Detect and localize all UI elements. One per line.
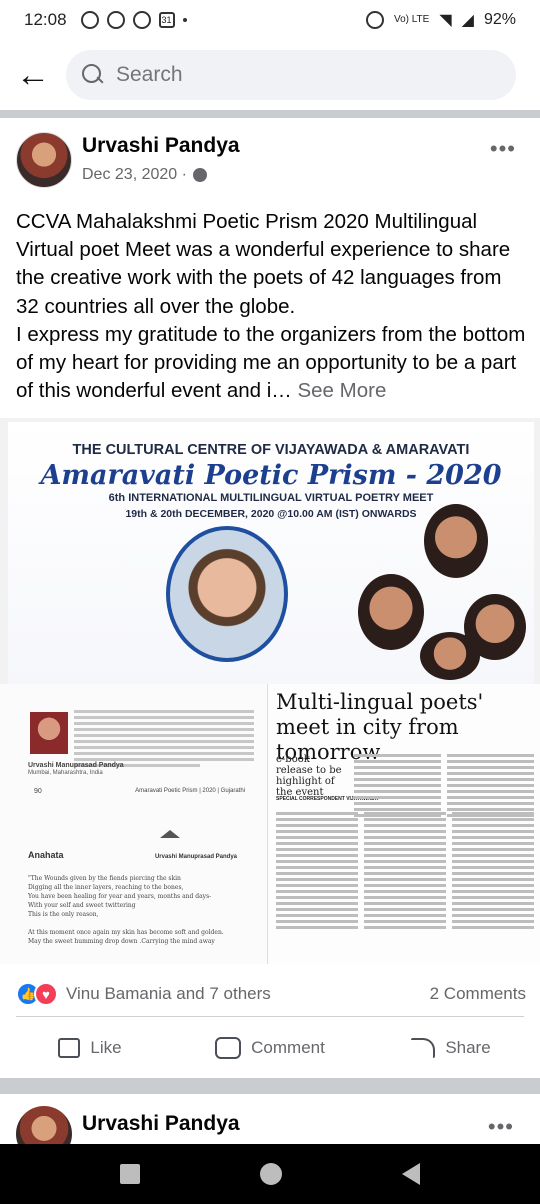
poet-portraits [358,504,528,680]
like-button[interactable]: Like [0,1038,180,1058]
next-post-author[interactable]: Urvashi Pandya [82,1112,240,1136]
more-options-icon[interactable]: ••• [490,136,516,162]
search-bar[interactable] [66,50,516,100]
network-label: Vo) LTE [393,14,430,25]
poet-face [420,632,480,680]
like-label: Like [90,1038,122,1057]
poem-line: "The Wounds given by the fiends piercing… [28,875,181,882]
back-icon[interactable] [402,1163,420,1185]
next-post-more-icon[interactable]: ••• [488,1114,514,1140]
reactions-bar[interactable]: 👍 ♥ Vinu Bamania and 7 others 2 Comments [16,976,526,1012]
recents-icon[interactable] [120,1164,140,1184]
signal-icon: ◢ [461,12,474,29]
triangle-ornament-icon [160,830,180,838]
battery-percent: 92% [483,11,516,28]
alarm-icon [365,11,384,29]
status-bar: 12:08 31 Vo) LTE ◥ ◢ 92% [0,0,540,40]
search-input[interactable] [116,63,496,87]
status-time: 12:08 [24,10,67,29]
system-nav-bar [0,1144,540,1204]
post-date[interactable]: Dec 23, 2020 · [82,166,187,184]
banner-event-title: Amaravati Poetic Prism - 2020 [40,460,502,491]
search-icon [82,64,104,86]
poem-line: May the sweet humming drop down .Carryin… [28,938,215,945]
event-banner: THE CULTURAL CENTRE OF VIJAYAWADA & AMAR… [8,422,534,684]
poem-author: Urvashi Manuprasad Pandya [154,854,237,860]
system-icons: Vo) LTE ◥ ◢ 92% [365,10,516,30]
comment-label: Comment [251,1038,325,1057]
news-columns [276,812,534,932]
section-divider [0,110,540,118]
home-icon[interactable] [260,1163,282,1185]
thumbs-up-icon [58,1038,81,1058]
post-text: CCVA Mahalakshmi Poetic Prism 2020 Multi… [16,208,526,405]
clip-author: Urvashi Manuprasad Pandya [28,762,124,769]
banner-subtitle: 6th INTERNATIONAL MULTILINGUAL VIRTUAL P… [108,492,434,504]
wifi-icon: ◥ [439,12,452,29]
poem-line: At this moment once again my skin has be… [28,929,224,936]
post-meta: Dec 23, 2020 · [82,166,207,184]
share-icon [409,1036,436,1060]
comment-count[interactable]: 2 Comments [430,984,526,1004]
love-reaction-icon: ♥ [34,982,58,1006]
poet-face [424,504,488,578]
bio-text-lines [74,710,254,770]
author-photo [30,712,68,754]
book-page-clipping: Urvashi Manuprasad Pandya Mumbai, Mahara… [0,684,268,964]
reactions-divider [16,1016,524,1017]
comment-icon [215,1037,242,1059]
reaction-names[interactable]: Vinu Bamania and 7 others [66,984,271,1004]
poem-line: Digging all the inner layers, reaching t… [28,884,184,891]
poem-line: This is the only reason, [28,911,99,918]
globe-icon [192,168,207,182]
post-author[interactable]: Urvashi Pandya [82,134,240,158]
comment-button[interactable]: Comment [180,1037,360,1059]
more-notifications-icon [182,18,187,22]
whatsapp-icon [80,11,99,29]
back-arrow-icon[interactable]: ← [0,46,66,104]
guest-portrait [166,526,288,662]
facebook-icon [132,11,151,29]
poem-line: You have been healing for year and years… [28,893,212,900]
search-header: ← [0,46,540,104]
calendar-icon: 31 [158,12,175,28]
post-header: Urvashi Pandya Dec 23, 2020 · ••• [16,132,526,192]
share-button[interactable]: Share [360,1036,540,1060]
post-body: CCVA Mahalakshmi Poetic Prism 2020 Multi… [16,210,526,403]
notification-icon [106,11,125,29]
news-subheading: e-book release to be highlight of the ev… [276,754,342,798]
post-separator [0,1078,540,1094]
newspaper-clipping: Multi-lingual poets' meet in city from t… [268,684,540,964]
share-label: Share [445,1038,491,1057]
post-image[interactable]: THE CULTURAL CENTRE OF VIJAYAWADA & AMAR… [0,418,540,964]
poet-face [358,574,424,650]
clip-page-number: 90 [34,788,42,795]
clip-footer: Amaravati Poetic Prism | 2020 | Gujarath… [135,788,245,794]
news-columns-top [354,754,534,820]
notification-icons: 31 [80,11,187,29]
clip-location: Mumbai, Maharashtra, India [28,770,103,776]
banner-org: THE CULTURAL CENTRE OF VIJAYAWADA & AMAR… [72,442,470,458]
poem-line: With your self and sweet twittering [28,902,136,909]
poem-title: Anahata [28,850,64,860]
poem-text: "The Wounds given by the fiends piercing… [28,874,238,946]
see-more-link[interactable]: See More [297,379,386,402]
poem-line [28,919,238,928]
post-actions: Like Comment Share [0,1026,540,1070]
avatar[interactable] [16,132,72,188]
